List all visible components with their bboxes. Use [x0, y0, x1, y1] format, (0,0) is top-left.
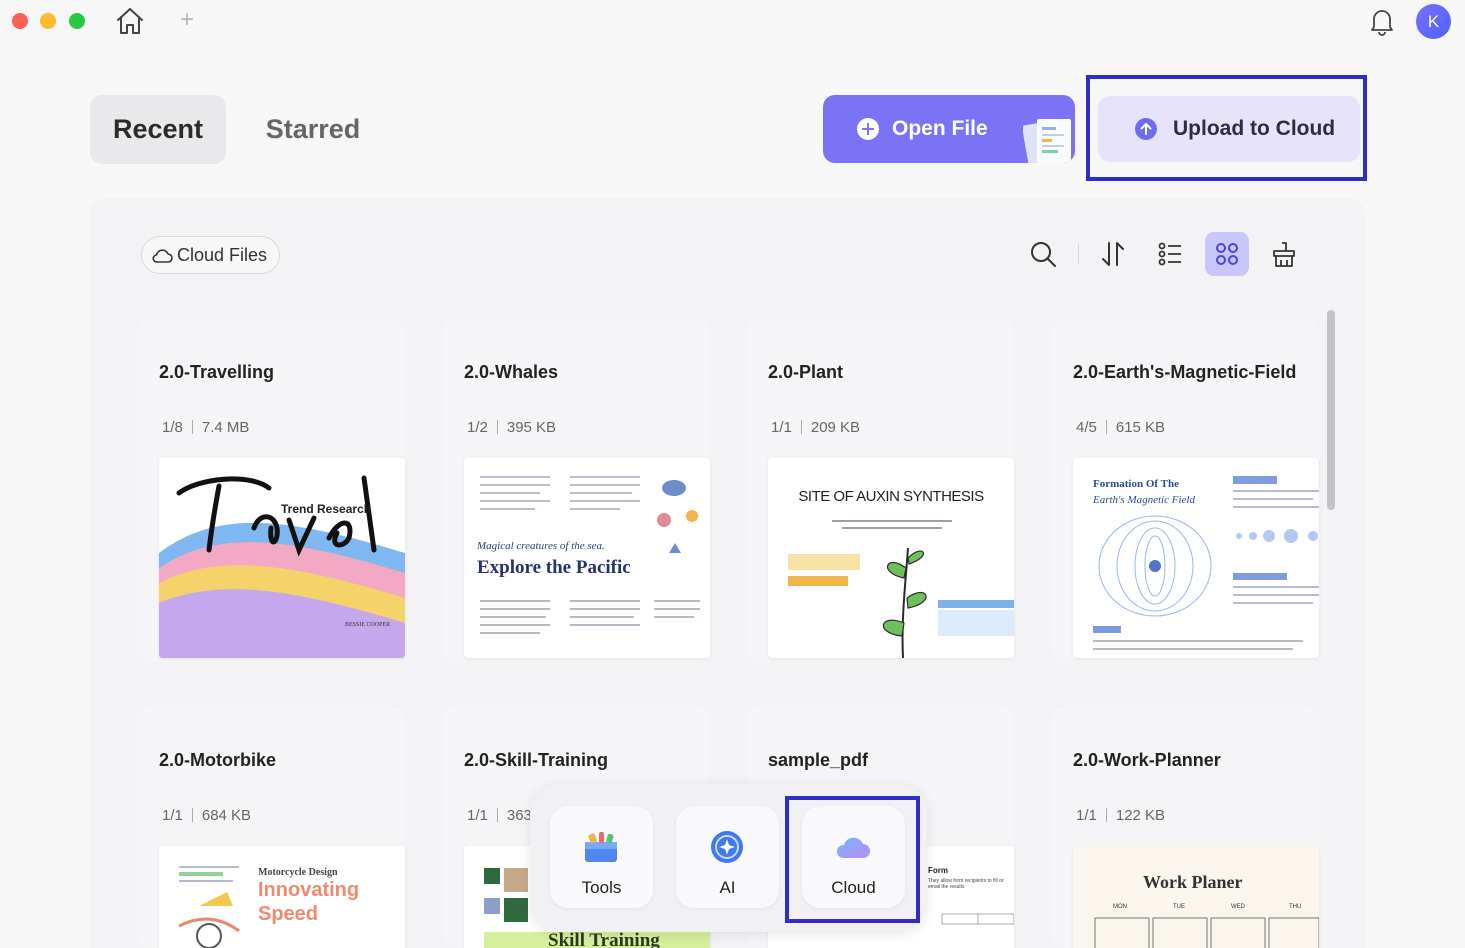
new-tab-button[interactable]: + [176, 8, 198, 32]
file-name: 2.0-Travelling [159, 362, 275, 382]
file-thumbnail: Formation Of The Earth's Magnetic Field [1073, 458, 1319, 658]
motorbike-line-3: Speed [258, 903, 319, 925]
earth-title-2: Earth's Magnetic Field [1093, 494, 1195, 506]
file-name: 2.0-Motorbike [159, 750, 277, 770]
file-name: 2.0-Skill-Training [464, 750, 609, 770]
file-meta: 1/1 363 [467, 807, 532, 824]
file-meta: 1/1 122 KB [1076, 807, 1166, 824]
motorbike-line-2: Innovating [258, 879, 360, 901]
sort-icon[interactable] [1091, 232, 1135, 276]
file-name: 2.0-Earth's-Magnetic-Field [1073, 362, 1297, 382]
file-name: 2.0-Whales [464, 362, 559, 382]
dock-ai-label: AI [719, 878, 736, 897]
file-card-work-planner[interactable]: 2.0-Work-Planner 1/1 122 KB Work Planer M… [1051, 706, 1319, 948]
cloud-files-filter[interactable]: Cloud Files [141, 236, 280, 274]
vertical-scrollbar[interactable] [1325, 308, 1337, 948]
travel-author: BESSIE COOPER [345, 622, 391, 628]
dock-cloud-button[interactable]: Cloud [802, 806, 905, 908]
sample-form-subtitle: They allow form recipients to fill or em… [928, 878, 1004, 890]
plant-title: SITE OF AUXIN SYNTHESIS [798, 488, 984, 505]
file-thumbnail: Trend Research BESSIE COOPER [159, 458, 405, 658]
planner-title: Work Planer [1143, 872, 1243, 892]
upload-to-cloud-button[interactable]: Upload to Cloud [1098, 96, 1360, 162]
motorbike-line-1: Motorcycle Design [258, 867, 338, 878]
planner-day-mon: MON [1113, 904, 1127, 910]
file-meta: 1/1 209 KB [771, 419, 861, 436]
cloud-files-label: Cloud Files [177, 245, 268, 265]
file-meta: 1/1 684 KB [162, 807, 252, 824]
planner-day-tue: TUE [1173, 904, 1185, 910]
file-meta: 4/5 615 KB [1076, 419, 1166, 436]
documents-illustration [1023, 119, 1071, 163]
ai-assistant-icon [711, 831, 743, 863]
file-name: 2.0-Plant [768, 362, 844, 382]
open-file-label: Open File [892, 117, 988, 140]
toolbar-divider [1078, 244, 1079, 264]
dock-cloud-label: Cloud [831, 878, 876, 897]
whales-title: Explore the Pacific [477, 557, 631, 578]
close-window-button[interactable] [12, 13, 28, 29]
file-meta: 1/2 395 KB [467, 419, 557, 436]
tab-starred[interactable]: Starred [240, 95, 386, 164]
travel-badge: Trend Research [281, 502, 372, 516]
scrollbar-thumb[interactable] [1327, 310, 1335, 510]
home-icon[interactable] [114, 6, 146, 36]
dock-tools-button[interactable]: Tools [550, 806, 653, 908]
maximize-window-button[interactable] [69, 13, 85, 29]
file-card-whales[interactable]: 2.0-Whales 1/2 395 KB Magical creatures o… [442, 318, 710, 663]
whales-kicker: Magical creatures of the sea. [477, 540, 605, 552]
toolbox-icon [585, 832, 617, 862]
user-avatar[interactable]: K [1416, 4, 1451, 39]
file-card-earths-magnetic-field[interactable]: 2.0-Earth's-Magnetic-Field 4/5 615 KB For… [1051, 318, 1319, 663]
title-bar: + K [0, 0, 1465, 46]
list-view-icon[interactable] [1148, 232, 1192, 276]
minimize-window-button[interactable] [40, 13, 56, 29]
bottom-dock: Tools AI Cloud [530, 784, 927, 932]
file-card-motorbike[interactable]: 2.0-Motorbike 1/1 684 KB Motorcycle Desig… [137, 706, 405, 948]
planner-day-thu: THU [1289, 904, 1302, 910]
upload-arrow-icon [1135, 118, 1157, 140]
tab-recent[interactable]: Recent [90, 95, 226, 164]
file-thumbnail: SITE OF AUXIN SYNTHESIS [768, 458, 1014, 658]
file-name: 2.0-Work-Planner [1073, 750, 1221, 770]
plus-icon [857, 118, 879, 140]
grid-view-icon[interactable] [1205, 232, 1249, 276]
file-name: sample_pdf [768, 750, 869, 770]
sample-form-title: Form [928, 866, 948, 875]
skill-title: Skill Training [548, 930, 660, 948]
planner-day-wed: WED [1231, 904, 1245, 910]
file-thumbnail: Magical creatures of the sea. Explore th… [464, 458, 710, 658]
cloud-icon [836, 837, 870, 858]
cloud-outline-icon [152, 249, 173, 263]
file-card-plant[interactable]: 2.0-Plant 1/1 209 KB SITE OF AUXIN SYNTHE… [746, 318, 1014, 663]
dock-tools-label: Tools [581, 878, 622, 897]
earth-title-1: Formation Of The [1093, 478, 1179, 490]
file-thumbnail: Motorcycle Design Innovating Speed [159, 846, 405, 948]
file-card-travelling[interactable]: 2.0-Travelling 1/8 7.4 MB Trend Research … [137, 318, 405, 663]
upload-to-cloud-label: Upload to Cloud [1173, 117, 1336, 140]
notification-bell-icon[interactable] [1368, 6, 1396, 36]
search-icon[interactable] [1021, 232, 1065, 276]
dock-ai-button[interactable]: AI [676, 806, 779, 908]
file-meta: 1/8 7.4 MB [162, 419, 250, 436]
open-file-button[interactable]: Open File [823, 95, 1075, 163]
clean-icon[interactable] [1262, 232, 1306, 276]
file-thumbnail: Work Planer MON TUE WED THU [1073, 846, 1319, 948]
